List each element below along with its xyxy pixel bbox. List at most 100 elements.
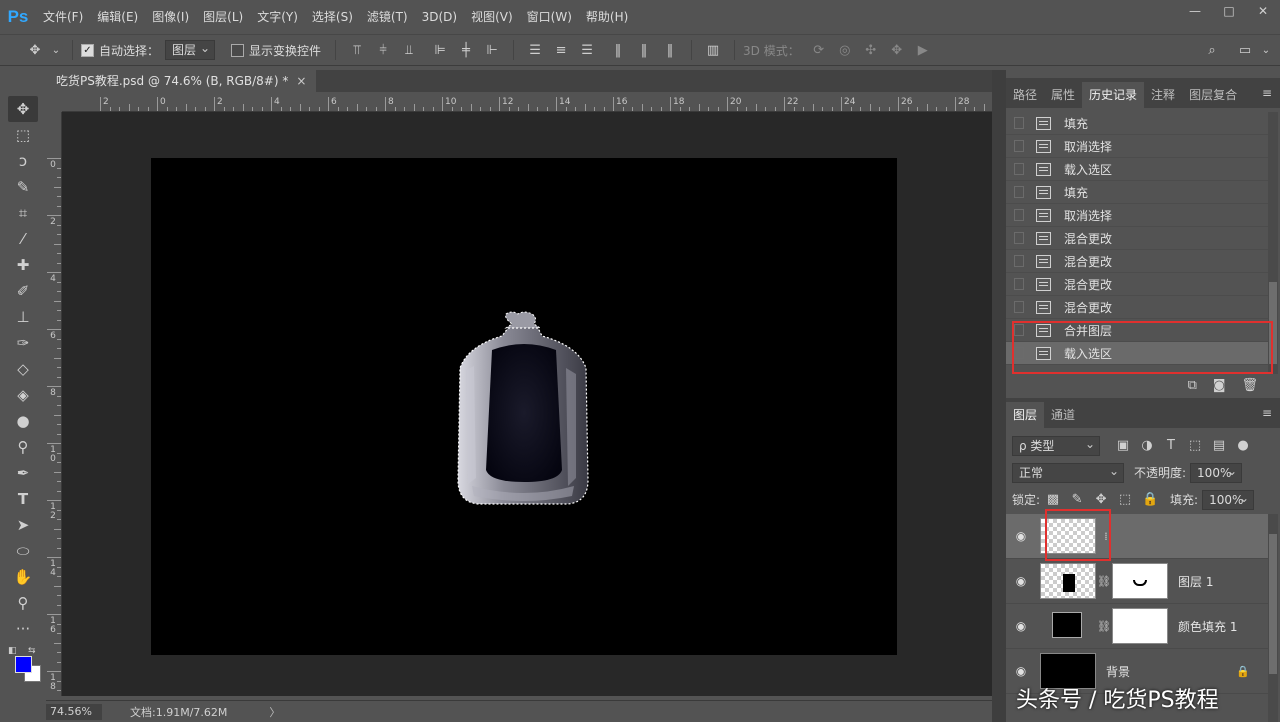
history-item[interactable]: 取消选择 — [1006, 135, 1268, 158]
layer-filter-select[interactable]: ρ 类型 — [1012, 435, 1100, 456]
swap-colors-icon[interactable]: ⇆ — [28, 646, 36, 656]
move-tool-icon[interactable]: ✥ — [8, 96, 38, 122]
auto-align-icon[interactable]: ▥ — [703, 40, 723, 60]
lasso-tool-icon[interactable]: ↄ — [8, 148, 38, 174]
brush-tool-icon[interactable]: ✐ — [8, 278, 38, 304]
blend-mode-select[interactable]: 正常 — [1012, 462, 1124, 483]
paint-bucket-tool-icon[interactable]: ◈ — [8, 382, 38, 408]
layer-thumbnail[interactable] — [1040, 563, 1096, 599]
layers-scrollbar[interactable] — [1268, 514, 1278, 722]
fill-input[interactable]: 100% — [1202, 489, 1255, 510]
menu-help[interactable]: 帮助(H) — [579, 0, 635, 34]
3d-drag-icon[interactable]: ✣ — [861, 40, 881, 60]
lock-all-icon[interactable]: 🔒 — [1142, 492, 1158, 507]
eye-icon[interactable]: ◉ — [1006, 619, 1036, 633]
menu-file[interactable]: 文件(F) — [36, 0, 90, 34]
document-tab[interactable]: 吃货PS教程.psd @ 74.6% (B, RGB/8#) * × — [46, 70, 317, 92]
close-button[interactable]: ✕ — [1246, 0, 1280, 22]
chevron-down-icon[interactable]: ⌄ — [1261, 40, 1271, 60]
menu-type[interactable]: 文字(Y) — [250, 0, 305, 34]
workspace-icon[interactable]: ▭ — [1235, 40, 1255, 60]
adjustment-filter-icon[interactable]: ◑ — [1140, 438, 1154, 453]
eyedropper-tool-icon[interactable]: ⁄ — [8, 226, 38, 252]
layer-name[interactable]: 图层 1 — [1178, 573, 1213, 590]
3d-rotate-icon[interactable]: ⟳ — [809, 40, 829, 60]
menu-3d[interactable]: 3D(D) — [415, 0, 464, 34]
tab-history[interactable]: 历史记录 — [1082, 82, 1145, 108]
lock-image-icon[interactable]: ✎ — [1070, 492, 1084, 507]
eye-icon[interactable]: ◉ — [1006, 664, 1036, 678]
layer-row[interactable]: ◉ ⛓ 颜色填充 1 — [1006, 604, 1268, 649]
camera-icon[interactable]: ◙ — [1213, 378, 1226, 393]
minimize-button[interactable]: — — [1178, 0, 1212, 22]
history-source-box[interactable] — [1014, 163, 1024, 175]
menu-window[interactable]: 窗口(W) — [520, 0, 579, 34]
panel-menu-icon[interactable]: ≡ — [1262, 86, 1272, 100]
shape-tool-icon[interactable]: ⬭ — [8, 538, 38, 564]
clone-stamp-tool-icon[interactable]: ⊥ — [8, 304, 38, 330]
history-item[interactable]: 载入选区 — [1006, 158, 1268, 181]
smart-object-filter-icon[interactable]: ▤ — [1212, 438, 1226, 453]
blur-tool-icon[interactable]: ● — [8, 408, 38, 434]
layer-thumbnail[interactable] — [1040, 608, 1096, 644]
shape-filter-icon[interactable]: ⬚ — [1188, 438, 1202, 453]
menu-select[interactable]: 选择(S) — [305, 0, 360, 34]
layers-scrollbar-thumb[interactable] — [1269, 534, 1277, 674]
zoom-level[interactable]: 74.56% — [46, 703, 102, 720]
3d-slide-icon[interactable]: ✥ — [887, 40, 907, 60]
lock-transparent-icon[interactable]: ▩ — [1046, 492, 1060, 507]
eraser-tool-icon[interactable]: ◇ — [8, 356, 38, 382]
auto-select-dropdown[interactable]: 图层 — [165, 39, 216, 60]
horizontal-ruler[interactable]: 2 0 2 4 6 8 10 12 14 16 18 20 22 24 26 28 — [62, 96, 992, 112]
menu-image[interactable]: 图像(I) — [145, 0, 196, 34]
3d-roll-icon[interactable]: ◎ — [835, 40, 855, 60]
tab-paths[interactable]: 路径 — [1006, 82, 1044, 108]
crop-tool-icon[interactable]: ⌗ — [8, 200, 38, 226]
distribute-right-icon[interactable]: ‖ — [660, 40, 680, 60]
3d-scale-icon[interactable]: ▶ — [913, 40, 933, 60]
history-item[interactable]: 混合更改 — [1006, 273, 1268, 296]
zoom-tool-icon[interactable]: ⚲ — [8, 590, 38, 616]
layer-mask-thumbnail[interactable] — [1112, 563, 1168, 599]
align-bottom-icon[interactable]: ⫫ — [399, 40, 419, 60]
history-item[interactable]: 取消选择 — [1006, 204, 1268, 227]
marquee-tool-icon[interactable]: ⬚ — [8, 122, 38, 148]
align-right-icon[interactable]: ⊩ — [482, 40, 502, 60]
panel-menu-icon[interactable]: ≡ — [1262, 406, 1272, 420]
history-source-box[interactable] — [1014, 255, 1024, 267]
new-document-from-state-icon[interactable]: ⧉ — [1188, 378, 1197, 393]
type-filter-icon[interactable]: T — [1164, 438, 1178, 453]
move-tool-icon[interactable]: ✥ — [25, 40, 45, 60]
image-filter-icon[interactable]: ▣ — [1116, 438, 1130, 453]
lock-position-icon[interactable]: ✥ — [1094, 492, 1108, 507]
history-item[interactable]: 混合更改 — [1006, 250, 1268, 273]
history-source-box[interactable] — [1014, 209, 1024, 221]
history-source-box[interactable] — [1014, 117, 1024, 129]
chain-link-icon[interactable]: ⛓ — [1096, 620, 1112, 633]
history-source-box[interactable] — [1014, 186, 1024, 198]
align-left-icon[interactable]: ⊫ — [430, 40, 450, 60]
more-tools-icon[interactable]: ··· — [8, 616, 38, 642]
history-item[interactable]: 混合更改 — [1006, 227, 1268, 250]
layer-row[interactable]: ◉ ⛓ 图层 1 — [1006, 559, 1268, 604]
distribute-left-icon[interactable]: ‖ — [608, 40, 628, 60]
layer-name[interactable]: 颜色填充 1 — [1178, 618, 1237, 635]
chain-link-icon[interactable]: ⛓ — [1096, 575, 1112, 588]
history-item[interactable]: 填充 — [1006, 181, 1268, 204]
pen-tool-icon[interactable]: ✒ — [8, 460, 38, 486]
status-menu-arrow[interactable]: 〉 — [269, 704, 280, 720]
restore-button[interactable]: □ — [1212, 0, 1246, 22]
lock-artboard-icon[interactable]: ⬚ — [1118, 492, 1132, 507]
dodge-tool-icon[interactable]: ⚲ — [8, 434, 38, 460]
menu-layer[interactable]: 图层(L) — [196, 0, 250, 34]
align-vcenter-icon[interactable]: ⫩ — [373, 40, 393, 60]
history-item[interactable]: 混合更改 — [1006, 296, 1268, 319]
foreground-color-swatch[interactable] — [15, 656, 32, 673]
menu-view[interactable]: 视图(V) — [464, 0, 520, 34]
menu-filter[interactable]: 滤镜(T) — [360, 0, 415, 34]
healing-brush-tool-icon[interactable]: ✚ — [8, 252, 38, 278]
menu-edit[interactable]: 编辑(E) — [90, 0, 145, 34]
trash-icon[interactable]: 🗑 — [1241, 378, 1258, 393]
distribute-vcenter-icon[interactable]: ≡ — [551, 40, 571, 60]
align-top-icon[interactable]: ⫪ — [347, 40, 367, 60]
